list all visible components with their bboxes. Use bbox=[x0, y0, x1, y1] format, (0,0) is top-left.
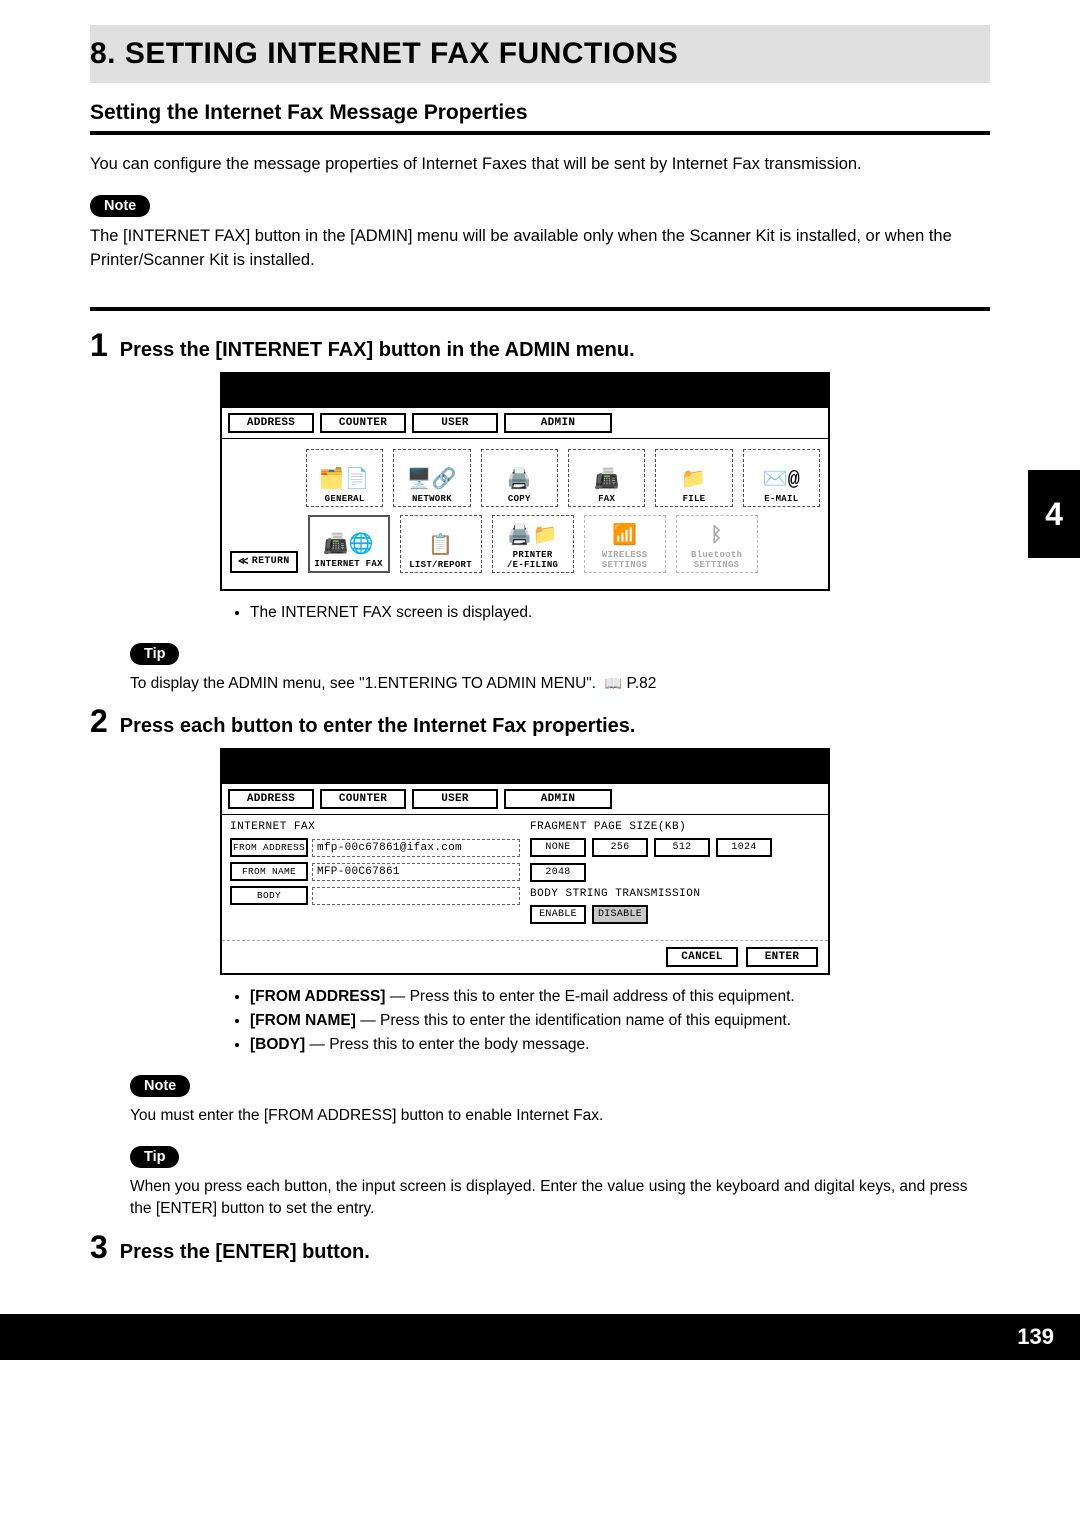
tip-badge-1: Tip bbox=[130, 643, 179, 665]
btn-printer-efiling[interactable]: 🖨️📁PRINTER /E-FILING bbox=[492, 515, 574, 573]
step-3: 3 Press the [ENTER] button. bbox=[90, 1231, 990, 1264]
body-button[interactable]: BODY bbox=[230, 886, 308, 905]
ifax-properties-screenshot: ADDRESS COUNTER USER ADMIN INTERNET FAX … bbox=[220, 748, 830, 975]
tab-user-2[interactable]: USER bbox=[412, 789, 498, 809]
intro-paragraph: You can configure the message properties… bbox=[90, 153, 990, 177]
btn-internet-fax[interactable]: 📠🌐INTERNET FAX bbox=[308, 515, 390, 573]
note-badge-2: Note bbox=[130, 1075, 190, 1097]
from-name-value[interactable]: MFP-00C67861 bbox=[312, 863, 520, 881]
tab-admin[interactable]: ADMIN bbox=[504, 413, 612, 433]
chapter-side-tab: 4 bbox=[1028, 470, 1080, 558]
tab-admin-2[interactable]: ADMIN bbox=[504, 789, 612, 809]
return-button[interactable]: ≪RETURN bbox=[230, 551, 298, 573]
return-arrow-icon: ≪ bbox=[238, 556, 249, 568]
chapter-heading: 8. SETTING INTERNET FAX FUNCTIONS bbox=[90, 37, 990, 71]
frag-none[interactable]: NONE bbox=[530, 838, 586, 857]
btn-bluetooth: ᛒBluetooth SETTINGS bbox=[676, 515, 758, 573]
step-2-number: 2 bbox=[90, 705, 108, 737]
from-address-value[interactable]: mfp-00c67861@ifax.com bbox=[312, 839, 520, 857]
def-from-name: [FROM NAME] — Press this to enter the id… bbox=[250, 1009, 990, 1033]
step-1-number: 1 bbox=[90, 329, 108, 361]
bodytx-disable[interactable]: DISABLE bbox=[592, 905, 648, 924]
tab-counter[interactable]: COUNTER bbox=[320, 413, 406, 433]
note2-text: You must enter the [FROM ADDRESS] button… bbox=[130, 1105, 990, 1127]
step-1-text: Press the [INTERNET FAX] button in the A… bbox=[120, 339, 635, 362]
note1-text: The [INTERNET FAX] button in the [ADMIN]… bbox=[90, 225, 990, 273]
body-value[interactable] bbox=[312, 887, 520, 905]
page-number: 139 bbox=[0, 1314, 1080, 1360]
tip-badge-2: Tip bbox=[130, 1146, 179, 1168]
bodytx-enable[interactable]: ENABLE bbox=[530, 905, 586, 924]
book-ref-icon: 📖 bbox=[605, 675, 622, 691]
tab-counter-2[interactable]: COUNTER bbox=[320, 789, 406, 809]
btn-network[interactable]: 🖥️🔗NETWORK bbox=[393, 449, 470, 507]
btn-general[interactable]: 🗂️📄GENERAL bbox=[306, 449, 383, 507]
btn-email[interactable]: ✉️@E-MAIL bbox=[743, 449, 820, 507]
frag-512[interactable]: 512 bbox=[654, 838, 710, 857]
tab-user[interactable]: USER bbox=[412, 413, 498, 433]
ifax-subtitle: INTERNET FAX bbox=[230, 821, 520, 833]
btn-fax[interactable]: 📠FAX bbox=[568, 449, 645, 507]
step-3-text: Press the [ENTER] button. bbox=[120, 1241, 370, 1264]
tab-address-2[interactable]: ADDRESS bbox=[228, 789, 314, 809]
from-name-button[interactable]: FROM NAME bbox=[230, 862, 308, 881]
step-1: 1 Press the [INTERNET FAX] button in the… bbox=[90, 329, 990, 362]
step-2: 2 Press each button to enter the Interne… bbox=[90, 705, 990, 738]
tip2-text: When you press each button, the input sc… bbox=[130, 1176, 990, 1221]
btn-file[interactable]: 📁FILE bbox=[655, 449, 732, 507]
def-body: [BODY] — Press this to enter the body me… bbox=[250, 1033, 990, 1057]
fragment-size-label: FRAGMENT PAGE SIZE(KB) bbox=[530, 821, 820, 833]
from-address-button[interactable]: FROM ADDRESS bbox=[230, 838, 308, 857]
tip1-text: To display the ADMIN menu, see "1.ENTERI… bbox=[130, 673, 990, 695]
btn-wireless: 📶WIRELESS SETTINGS bbox=[584, 515, 666, 573]
frag-256[interactable]: 256 bbox=[592, 838, 648, 857]
step-2-text: Press each button to enter the Internet … bbox=[120, 715, 636, 738]
frag-1024[interactable]: 1024 bbox=[716, 838, 772, 857]
btn-copy[interactable]: 🖨️COPY bbox=[481, 449, 558, 507]
section-title: Setting the Internet Fax Message Propert… bbox=[90, 101, 990, 125]
btn-list-report[interactable]: 📋LIST/REPORT bbox=[400, 515, 482, 573]
step-3-number: 3 bbox=[90, 1231, 108, 1263]
enter-button[interactable]: ENTER bbox=[746, 947, 818, 967]
ifax-screen-displayed-bullet: The INTERNET FAX screen is displayed. bbox=[250, 601, 990, 625]
def-from-address: [FROM ADDRESS] — Press this to enter the… bbox=[250, 985, 990, 1009]
note-badge: Note bbox=[90, 195, 150, 217]
body-tx-label: BODY STRING TRANSMISSION bbox=[530, 888, 820, 900]
tab-address[interactable]: ADDRESS bbox=[228, 413, 314, 433]
frag-2048[interactable]: 2048 bbox=[530, 863, 586, 882]
admin-menu-screenshot: ADDRESS COUNTER USER ADMIN 🗂️📄GENERAL 🖥️… bbox=[220, 372, 830, 591]
cancel-button[interactable]: CANCEL bbox=[666, 947, 738, 967]
